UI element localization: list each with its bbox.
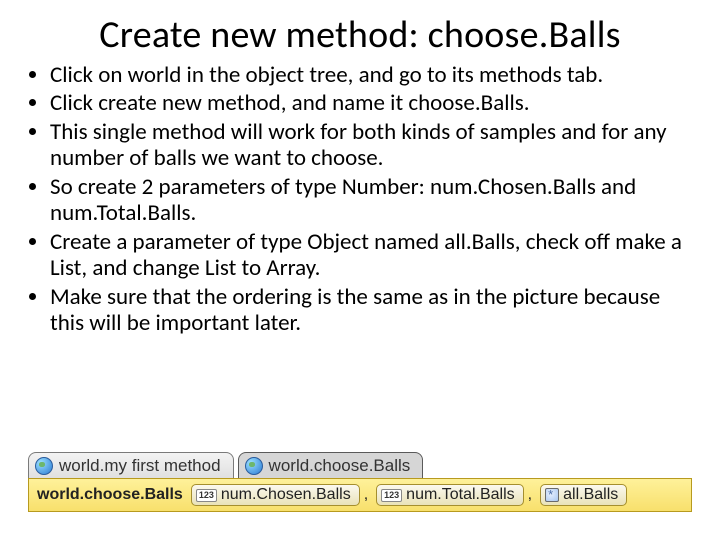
tab-choose-balls[interactable]: world.choose.Balls bbox=[238, 452, 424, 478]
list-item: Click create new method, and name it cho… bbox=[50, 90, 698, 116]
list-item: Click on world in the object tree, and g… bbox=[50, 62, 698, 88]
param-num-total-balls[interactable]: 123 num.Total.Balls bbox=[376, 484, 524, 506]
param-all-balls[interactable]: all.Balls bbox=[540, 484, 627, 506]
list-item: This single method will work for both ki… bbox=[50, 119, 698, 172]
tab-label: world.choose.Balls bbox=[269, 456, 411, 476]
list-item: So create 2 parameters of type Number: n… bbox=[50, 174, 698, 227]
list-item: Create a parameter of type Object named … bbox=[50, 229, 698, 282]
method-name-label: world.choose.Balls bbox=[37, 486, 183, 504]
tab-my-first-method[interactable]: world.my first method bbox=[28, 452, 234, 478]
object-type-icon bbox=[545, 488, 559, 502]
separator: , bbox=[528, 486, 532, 504]
number-type-icon: 123 bbox=[381, 489, 402, 502]
param-label: all.Balls bbox=[563, 486, 618, 504]
method-tabs: world.my first method world.choose.Balls bbox=[28, 452, 692, 478]
alice-editor-mock: world.my first method world.choose.Balls… bbox=[28, 452, 692, 512]
world-icon bbox=[35, 457, 53, 475]
slide-title: Create new method: choose.Balls bbox=[22, 12, 698, 58]
list-item: Make sure that the ordering is the same … bbox=[50, 284, 698, 337]
number-type-icon: 123 bbox=[196, 489, 217, 502]
param-label: num.Chosen.Balls bbox=[221, 486, 351, 504]
tab-label: world.my first method bbox=[59, 456, 221, 476]
separator: , bbox=[364, 486, 368, 504]
bullet-list: Click on world in the object tree, and g… bbox=[22, 62, 698, 336]
param-label: num.Total.Balls bbox=[406, 486, 515, 504]
world-icon bbox=[245, 457, 263, 475]
param-num-chosen-balls[interactable]: 123 num.Chosen.Balls bbox=[191, 484, 360, 506]
method-signature-bar: world.choose.Balls 123 num.Chosen.Balls … bbox=[28, 478, 692, 512]
